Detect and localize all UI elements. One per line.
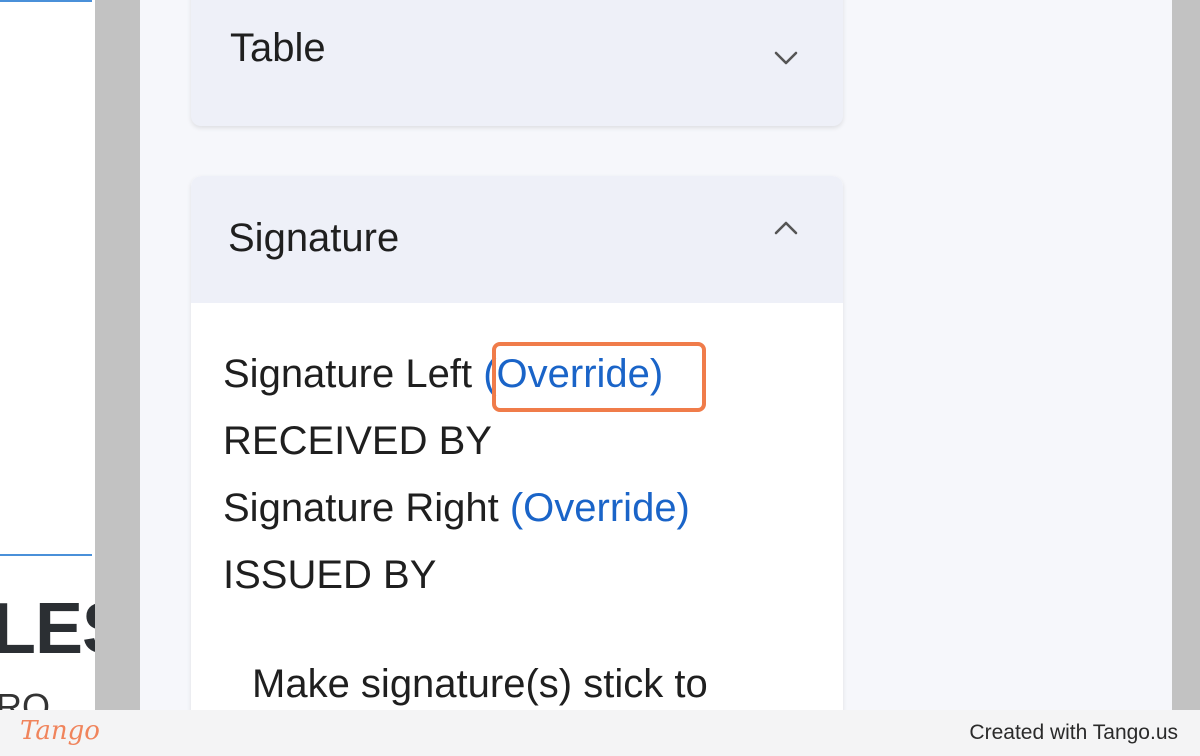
- tango-footer: Tango Created with Tango.us: [0, 710, 1200, 756]
- signature-right-value: ISSUED BY: [223, 553, 437, 597]
- created-with-label: Created with Tango.us: [969, 721, 1178, 744]
- document-heading-fragment: LES: [0, 589, 95, 669]
- document-text-fragment: RO: [0, 686, 50, 710]
- stick-signature-option-label[interactable]: Make signature(s) stick to: [252, 662, 708, 707]
- panel-gutter: [95, 0, 140, 710]
- signature-right-row: Signature Right (Override): [223, 486, 690, 531]
- table-section[interactable]: Table: [191, 0, 843, 126]
- chevron-down-icon[interactable]: [774, 46, 798, 70]
- document-divider: [0, 554, 92, 556]
- tango-logo: Tango: [20, 716, 100, 746]
- document-divider-top: [0, 0, 92, 2]
- signature-right-label: Signature Right: [223, 486, 499, 530]
- signature-section: Signature Signature Left (Override) RECE…: [191, 176, 843, 756]
- click-highlight-box: [492, 342, 706, 412]
- document-preview: LES RO: [0, 0, 95, 710]
- signature-left-value: RECEIVED BY: [223, 419, 492, 463]
- screenshot-stage: LES RO Table Signature Signature Left (O…: [0, 0, 1200, 756]
- scrollbar-track[interactable]: [1172, 0, 1200, 710]
- chevron-up-icon[interactable]: [774, 216, 798, 240]
- signature-section-header[interactable]: Signature: [191, 176, 843, 303]
- signature-left-label: Signature Left: [223, 352, 473, 396]
- signature-right-override-link[interactable]: (Override): [510, 486, 690, 530]
- signature-section-title: Signature: [228, 216, 400, 260]
- table-section-title: Table: [230, 26, 326, 70]
